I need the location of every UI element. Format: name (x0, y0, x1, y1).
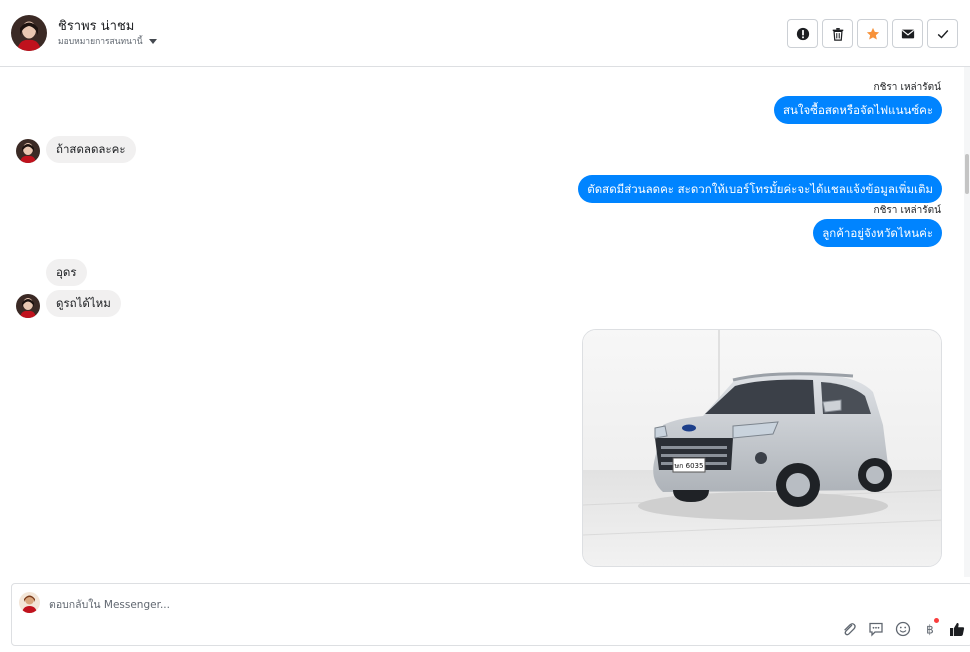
baht-icon: ฿ (926, 623, 934, 637)
envelope-icon (901, 29, 914, 38)
emoji-icon (895, 621, 911, 637)
trash-icon (832, 27, 843, 41)
star-icon (866, 27, 879, 40)
license-plate-text: ษก 6035 (675, 462, 704, 470)
incoming-message[interactable]: ถ้าสดลดละคะ (46, 136, 136, 163)
payment-button[interactable]: ฿ (921, 618, 939, 638)
thumbs-up-icon (950, 622, 965, 636)
contact-avatar-small (16, 294, 40, 318)
messenger-conversation: ชิราพร น่าชม มอบหมายการสนทนานี้ กชิรา เห… (0, 0, 970, 652)
saved-replies-button[interactable] (867, 620, 885, 638)
car-photo: ษก 6035 (583, 330, 941, 566)
notification-dot (934, 618, 939, 623)
page-avatar (19, 592, 40, 613)
assign-label: มอบหมายการสนทนานี้ (58, 37, 143, 47)
like-button[interactable] (948, 620, 966, 638)
reply-input[interactable]: ตอบกลับใน Messenger... (49, 596, 170, 613)
svg-text:฿: ฿ (926, 623, 934, 637)
contact-avatar[interactable] (11, 15, 47, 51)
delete-button[interactable] (822, 19, 853, 48)
assign-conversation-dropdown[interactable]: มอบหมายการสนทนานี้ (58, 34, 157, 48)
mark-unread-button[interactable] (892, 19, 923, 48)
outgoing-message[interactable]: สนใจซื้อสดหรือจัดไฟแนนซ์คะ (773, 96, 942, 124)
scrollbar[interactable] (964, 67, 970, 577)
contact-name[interactable]: ชิราพร น่าชม (58, 15, 134, 36)
paperclip-icon (844, 623, 856, 636)
star-button[interactable] (857, 19, 888, 48)
attach-button[interactable] (840, 620, 858, 638)
mark-spam-button[interactable] (787, 19, 818, 48)
saved-reply-icon (869, 622, 883, 637)
contact-avatar-small (16, 139, 40, 163)
photo-message[interactable]: ษก 6035 (582, 329, 942, 567)
emoji-button[interactable] (894, 620, 912, 638)
outgoing-message[interactable]: ลูกค้าอยู่จังหวัดไหนค่ะ (813, 219, 942, 247)
scrollbar-thumb[interactable] (965, 154, 969, 194)
composer-toolbar: ฿ (840, 618, 966, 638)
caret-down-icon (148, 38, 157, 44)
sender-name: กชิรา เหล่ารัตน์ (873, 205, 941, 216)
sender-name: กชิรา เหล่ารัตน์ (873, 82, 941, 93)
outgoing-message[interactable]: ตัดสดมีส่วนลดคะ สะดวกให้เบอร์โทรมั้ยค่ะจ… (578, 175, 942, 203)
check-icon (937, 29, 948, 38)
alert-icon (796, 27, 809, 40)
reply-composer: ตอบกลับใน Messenger... ฿ (11, 583, 970, 646)
incoming-message[interactable]: อุดร (46, 259, 87, 286)
header-actions (787, 19, 958, 48)
incoming-message[interactable]: ดูรถได้ไหม (46, 290, 121, 317)
mark-done-button[interactable] (927, 19, 958, 48)
conversation-header: ชิราพร น่าชม มอบหมายการสนทนานี้ (0, 0, 970, 67)
